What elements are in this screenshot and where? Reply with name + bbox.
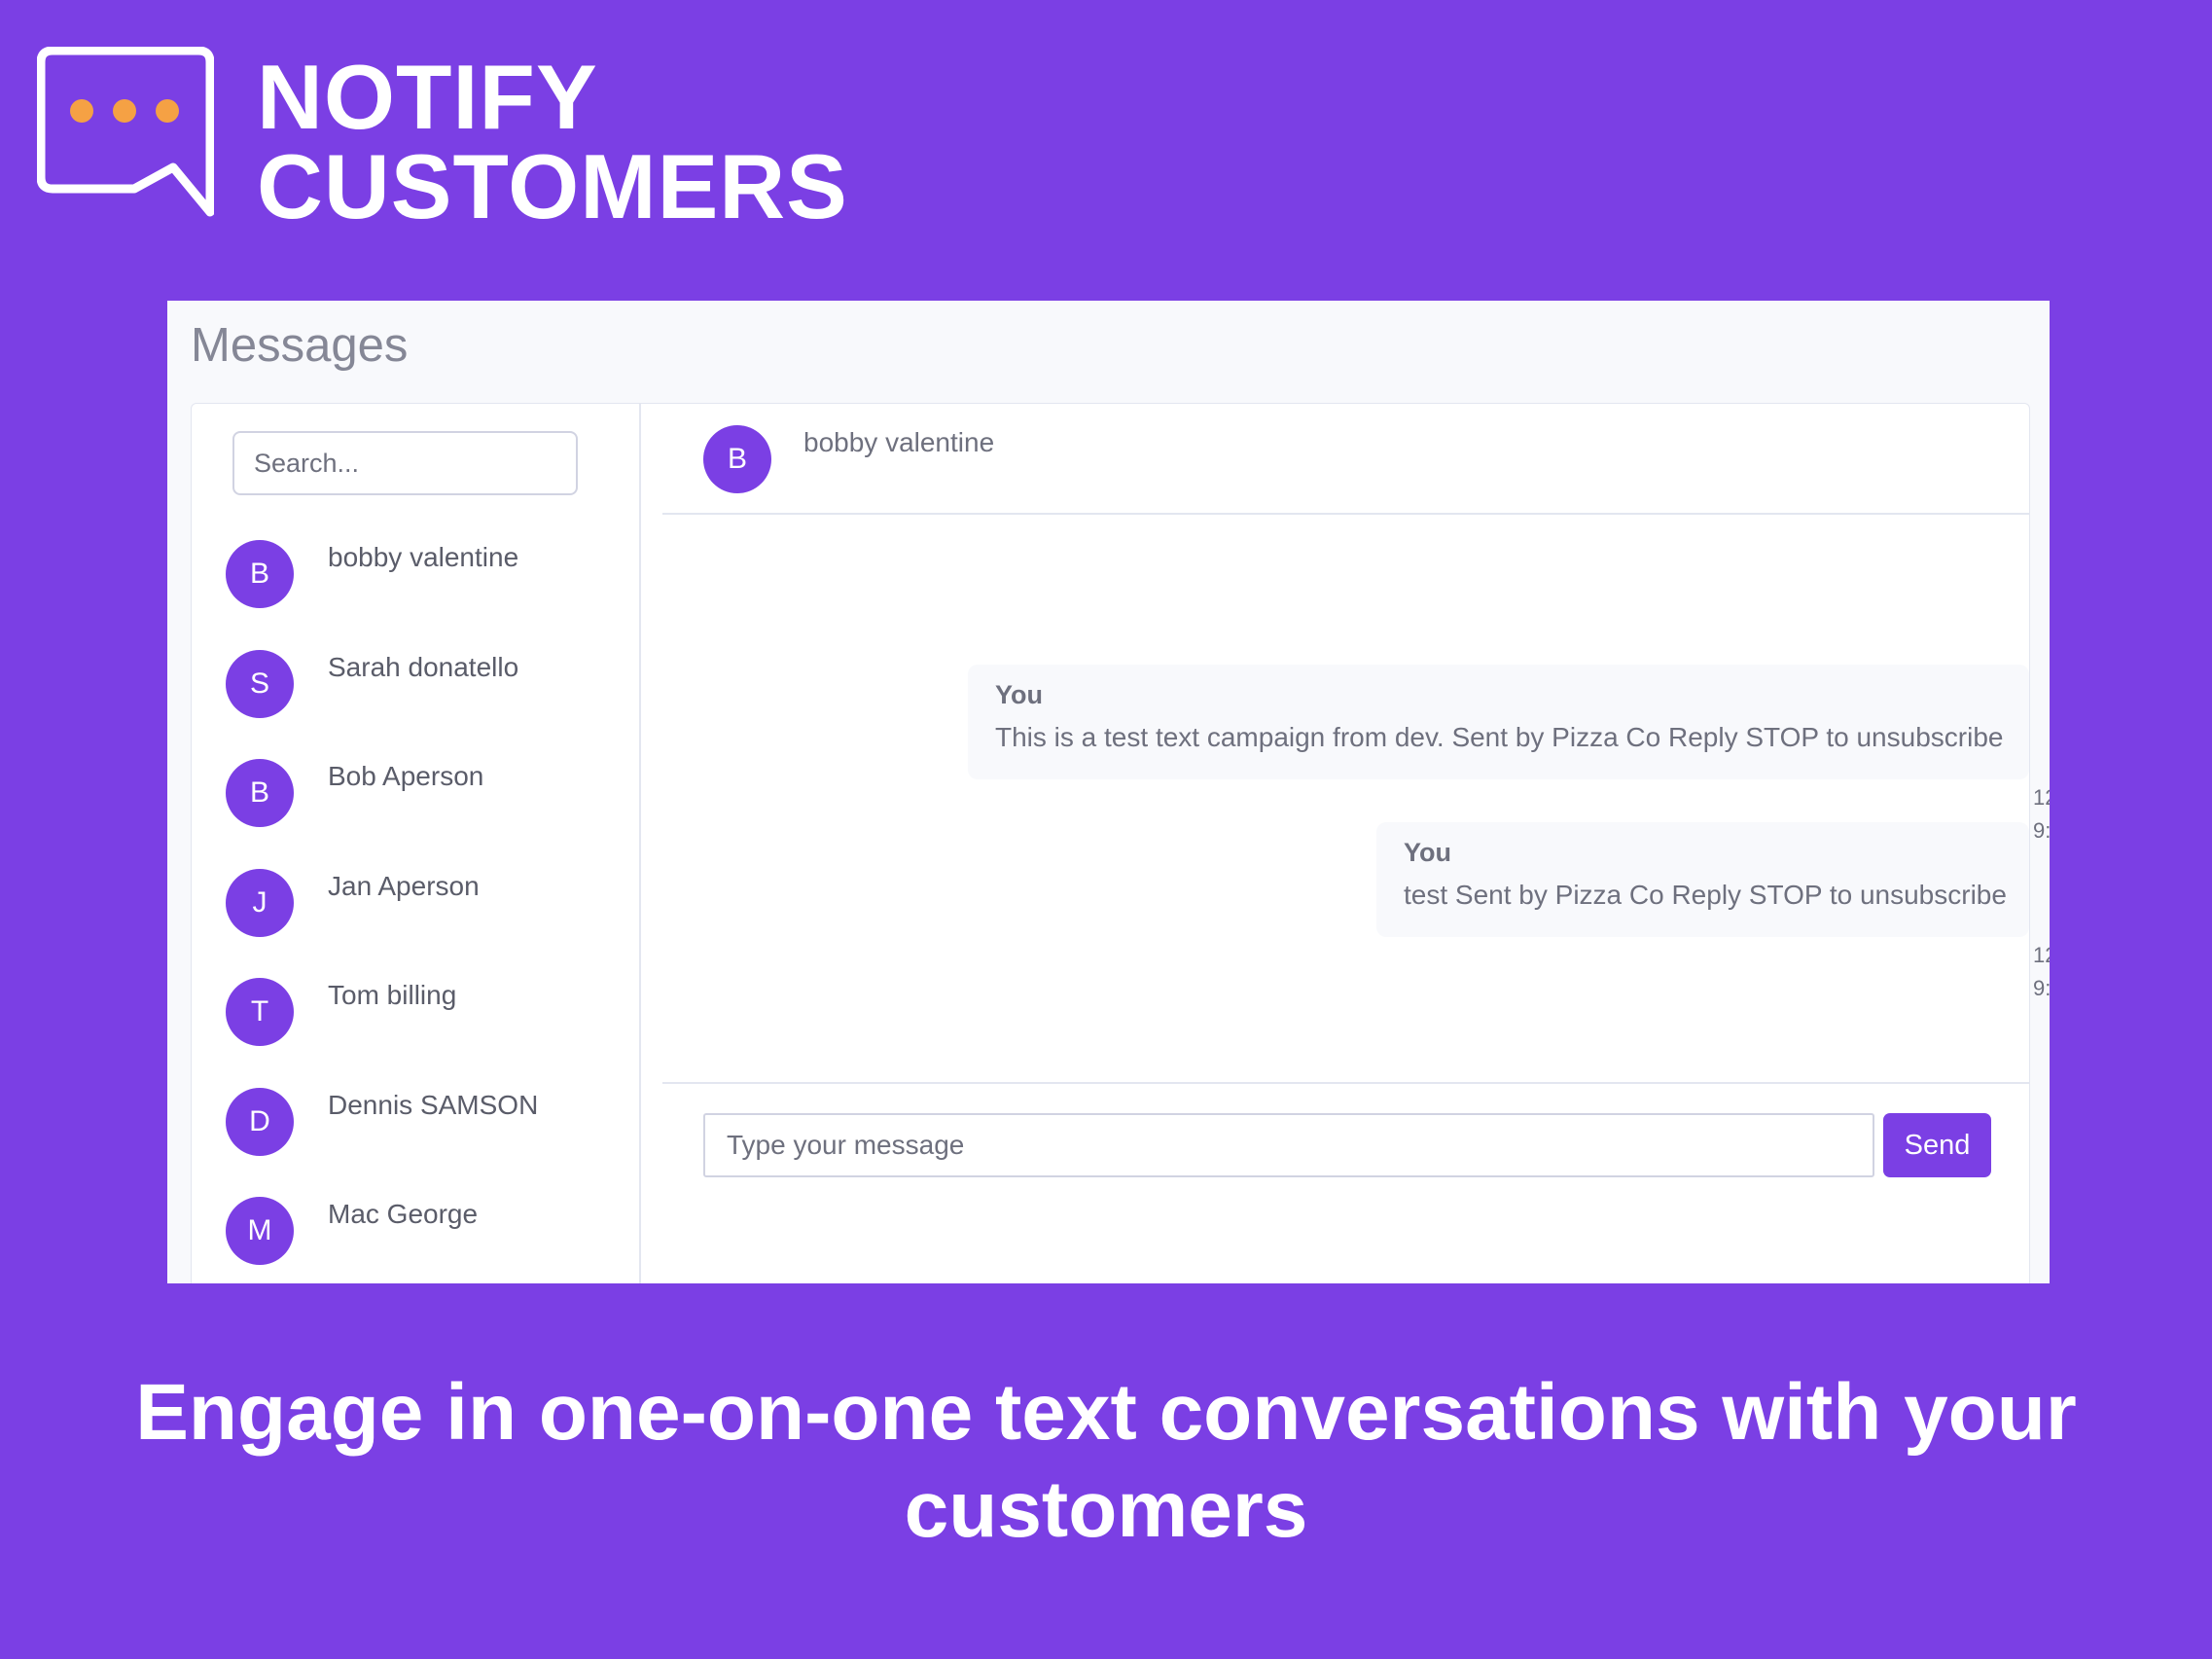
avatar: S [226, 649, 294, 718]
message-composer: Send [662, 1082, 2030, 1283]
brand-line-2: CUSTOMERS [257, 135, 848, 237]
messages-app: Messages B bobby valentine S Sarah donat… [167, 301, 2050, 1283]
conversation-header: B bobby valentine [662, 404, 2030, 515]
message-bubble: You This is a test text campaign from de… [968, 665, 2029, 779]
message-timestamp: 12/1/2024 9:37 pm [2033, 939, 2050, 1005]
message-sender: You [995, 680, 1043, 709]
contact-item[interactable]: J Jan Aperson [192, 868, 639, 979]
search-input[interactable] [232, 431, 578, 495]
message-date: 12/1/2024 [2033, 943, 2050, 967]
message-date: 12/1/2024 [2033, 785, 2050, 810]
message-bubble: You test Sent by Pizza Co Reply STOP to … [1376, 822, 2029, 937]
contact-item[interactable]: M Mac George [192, 1197, 639, 1283]
message-text: This is a test text campaign from dev. S… [995, 722, 2004, 752]
brand-name: NOTIFY CUSTOMERS [257, 46, 848, 237]
contact-name: Mac George [328, 1199, 479, 1229]
contact-list: B bobby valentine S Sarah donatello B Bo… [192, 540, 639, 1283]
send-button[interactable]: Send [1883, 1113, 1991, 1177]
conversation-contact-name: bobby valentine [803, 427, 995, 457]
message-text: test Sent by Pizza Co Reply STOP to unsu… [1404, 880, 2007, 910]
tagline: Engage in one-on-one text conversations … [135, 1368, 2077, 1554]
brand-header: NOTIFY CUSTOMERS [37, 47, 847, 233]
chat-bubble-dots-icon [37, 47, 214, 217]
avatar: B [226, 759, 294, 827]
contact-name: Jan Aperson [328, 870, 480, 901]
avatar: B [226, 540, 294, 608]
message-input[interactable] [703, 1113, 1874, 1177]
message-time: 9:32 pm [2033, 818, 2050, 843]
contacts-sidebar: B bobby valentine S Sarah donatello B Bo… [192, 404, 641, 1283]
avatar: M [226, 1197, 294, 1265]
contact-item[interactable]: B bobby valentine [192, 540, 639, 650]
page-title: Messages [191, 319, 409, 372]
contact-item[interactable]: D Dennis SAMSON [192, 1087, 639, 1198]
avatar: B [703, 425, 771, 493]
message-timestamp: 12/1/2024 9:32 pm [2033, 781, 2050, 848]
contact-item[interactable]: S Sarah donatello [192, 649, 639, 760]
avatar: T [226, 978, 294, 1046]
contact-name: Dennis SAMSON [328, 1089, 539, 1120]
contact-item[interactable]: B Bob Aperson [192, 759, 639, 869]
contact-name: Sarah donatello [328, 651, 519, 682]
message-time: 9:37 pm [2033, 976, 2050, 1000]
brand-line-1: NOTIFY [257, 46, 598, 148]
contact-item[interactable]: T Tom billing [192, 978, 639, 1088]
contact-name: Bob Aperson [328, 761, 484, 791]
messages-card: B bobby valentine S Sarah donatello B Bo… [191, 403, 2050, 1283]
message-sender: You [1404, 838, 1451, 867]
avatar: D [226, 1087, 294, 1156]
contact-name: bobby valentine [328, 542, 519, 572]
avatar: J [226, 868, 294, 937]
contact-name: Tom billing [328, 980, 457, 1010]
